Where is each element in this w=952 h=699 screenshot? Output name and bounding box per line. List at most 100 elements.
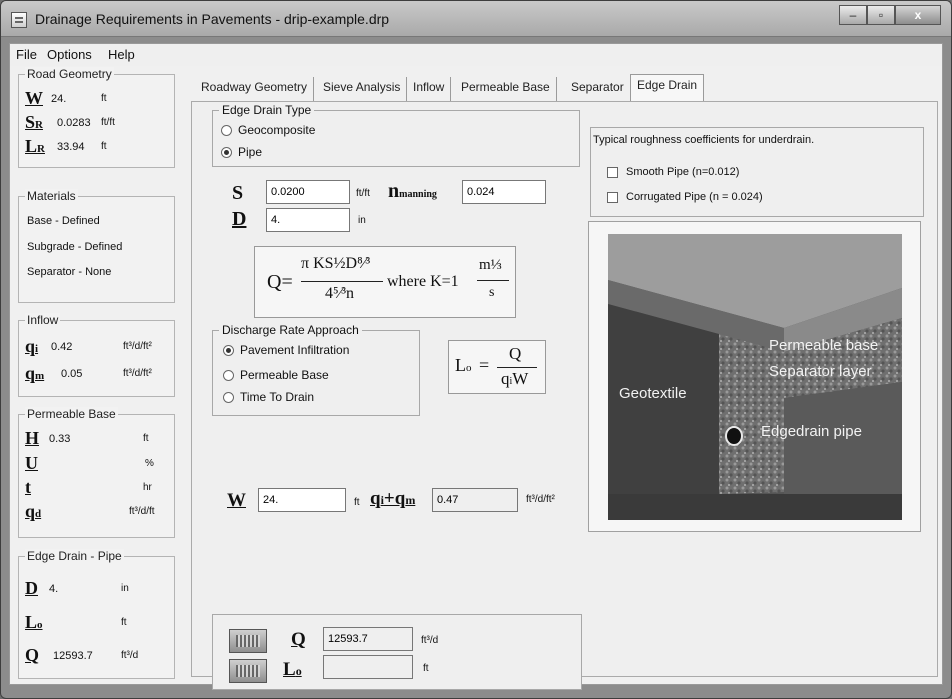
formula2-denominator: qiW <box>501 369 529 388</box>
edp-d-value: 4. <box>49 583 59 595</box>
radio-geocomposite[interactable]: Geocomposite <box>221 123 315 137</box>
road-w-symbol: W <box>25 88 43 108</box>
pb-qd-row: qd ft³/d/ft <box>25 501 155 522</box>
menu-options[interactable]: Options <box>47 47 92 62</box>
formula1-where: where K=1 <box>387 273 459 290</box>
d-input[interactable] <box>266 208 350 232</box>
road-geometry-panel: Road Geometry W 24. ft SR 0.0283 ft/ft L… <box>18 67 175 168</box>
s-unit: ft/ft <box>356 188 370 199</box>
radio-time-to-drain[interactable]: Time To Drain <box>223 390 314 404</box>
inflow-qi-row: qi 0.42 ft³/d/ft² <box>25 336 152 357</box>
inflow-qi-unit: ft³/d/ft² <box>123 341 152 352</box>
materials-title: Materials <box>25 189 78 203</box>
radio-pipe[interactable]: Pipe <box>221 145 262 159</box>
tab-sieve-analysis[interactable]: Sieve Analysis <box>317 77 408 101</box>
radio-permeable-base-dot[interactable] <box>223 369 234 381</box>
permeable-base-panel: Permeable Base H 0.33 ft U % t hr qd ft³… <box>18 407 175 538</box>
inflow-qi-symbol: qi <box>25 336 39 356</box>
tab-permeable-base[interactable]: Permeable Base <box>455 77 557 101</box>
radio-pipe-dot[interactable] <box>221 146 232 158</box>
pb-h-value: 0.33 <box>49 433 71 445</box>
calculate-q-button[interactable] <box>229 629 267 653</box>
check-smooth-pipe-box[interactable] <box>607 166 618 178</box>
pb-t-unit: hr <box>143 482 152 493</box>
radio-pavement-infiltration-dot[interactable] <box>223 344 234 356</box>
road-sr-unit: ft/ft <box>101 117 115 128</box>
w-label: W <box>227 490 246 511</box>
app-window: Drainage Requirements in Pavements - dri… <box>0 0 952 699</box>
road-w-unit: ft <box>101 93 107 104</box>
road-lr-row: LR 33.94 ft <box>25 136 107 157</box>
check-corrugated-pipe[interactable]: Corrugated Pipe (n = 0.024) <box>607 191 763 203</box>
inflow-panel: Inflow qi 0.42 ft³/d/ft² qm 0.05 ft³/d/f… <box>18 313 175 397</box>
check-corrugated-pipe-label: Corrugated Pipe (n = 0.024) <box>626 191 763 203</box>
result-q-unit: ft³/d <box>421 635 439 646</box>
schematic-separator-label: Separator layer <box>769 363 872 380</box>
roughness-group: Typical roughness coefficients for under… <box>590 127 924 217</box>
inflow-qm-value: 0.05 <box>61 368 83 380</box>
edp-lo-unit: ft <box>121 617 127 628</box>
radio-geocomposite-dot[interactable] <box>221 124 232 136</box>
edp-lo-symbol: Lo <box>25 612 43 632</box>
maximize-button[interactable]: ▫ <box>867 5 895 25</box>
w-unit: ft <box>354 497 360 508</box>
check-smooth-pipe-label: Smooth Pipe (n=0.012) <box>626 166 740 178</box>
minimize-button[interactable]: – <box>839 5 867 25</box>
qi-qm-label: qi+qm <box>370 488 416 509</box>
formula1-k-unit-num: m⅓ <box>479 257 502 273</box>
materials-panel: Materials Base - Defined Subgrade - Defi… <box>18 189 175 303</box>
tab-separator[interactable]: Separator <box>565 77 631 101</box>
formula1-denominator: 4⁵⁄³n <box>325 285 355 302</box>
calculate-lo-button[interactable] <box>229 659 267 683</box>
materials-base: Base - Defined <box>27 215 100 227</box>
menu-file[interactable]: File <box>16 47 37 62</box>
road-sr-row: SR 0.0283 ft/ft <box>25 112 115 133</box>
close-button[interactable]: x <box>895 5 941 25</box>
schematic-pipe-label: Edgedrain pipe <box>761 423 862 440</box>
radio-geocomposite-label: Geocomposite <box>238 123 316 137</box>
s-label: S <box>232 182 244 204</box>
discharge-approach-title: Discharge Rate Approach <box>219 323 362 337</box>
radio-time-to-drain-dot[interactable] <box>223 391 234 403</box>
w-input[interactable] <box>258 488 346 512</box>
formula2-fraction-bar <box>497 367 537 368</box>
formula2-eq: = <box>479 355 490 375</box>
radio-permeable-base[interactable]: Permeable Base <box>223 368 329 382</box>
road-lr-unit: ft <box>101 141 107 152</box>
edp-q-value: 12593.7 <box>53 650 93 662</box>
window-title: Drainage Requirements in Pavements - dri… <box>35 11 390 27</box>
edp-d-row: D 4. in <box>25 578 129 599</box>
tab-inflow[interactable]: Inflow <box>407 77 452 101</box>
check-smooth-pipe[interactable]: Smooth Pipe (n=0.012) <box>607 166 739 178</box>
title-bar[interactable]: Drainage Requirements in Pavements - dri… <box>1 1 951 37</box>
schematic-geotextile-label: Geotextile <box>619 385 687 402</box>
pb-h-symbol: H <box>25 428 40 448</box>
s-input[interactable] <box>266 180 350 204</box>
schematic-illustration: Permeable base Separator layer Geotextil… <box>608 234 902 520</box>
radio-pavement-infiltration-label: Pavement Infiltration <box>240 343 350 357</box>
qi-qm-unit: ft³/d/ft² <box>526 494 555 505</box>
n-manning-label: nmanning <box>388 180 437 202</box>
inflow-title: Inflow <box>25 313 61 327</box>
menu-bar: File Options Help <box>10 44 942 66</box>
pb-t-symbol: t <box>25 477 31 497</box>
edge-drain-schematic: Permeable base Separator layer Geotextil… <box>588 221 921 532</box>
radio-permeable-base-label: Permeable Base <box>240 368 329 382</box>
result-lo-unit: ft <box>423 663 429 674</box>
pb-u-unit: % <box>145 458 154 469</box>
n-manning-input[interactable] <box>462 180 546 204</box>
client-area: File Options Help Road Geometry W 24. ft… <box>9 43 943 690</box>
edge-drain-type-group: Edge Drain Type Geocomposite Pipe <box>212 103 580 167</box>
window-controls: – ▫ x <box>839 5 941 27</box>
edp-q-unit: ft³/d <box>121 650 139 661</box>
tab-edge-drain[interactable]: Edge Drain <box>630 74 705 102</box>
check-corrugated-pipe-box[interactable] <box>607 191 618 203</box>
road-sr-symbol: SR <box>25 112 43 132</box>
d-unit: in <box>358 215 366 226</box>
tab-roadway-geometry[interactable]: Roadway Geometry <box>195 77 315 101</box>
inflow-qm-row: qm 0.05 ft³/d/ft² <box>25 363 152 384</box>
road-lr-value: 33.94 <box>57 141 85 153</box>
radio-pavement-infiltration[interactable]: Pavement Infiltration <box>223 343 349 357</box>
materials-separator: Separator - None <box>27 266 112 278</box>
menu-help[interactable]: Help <box>108 47 135 62</box>
